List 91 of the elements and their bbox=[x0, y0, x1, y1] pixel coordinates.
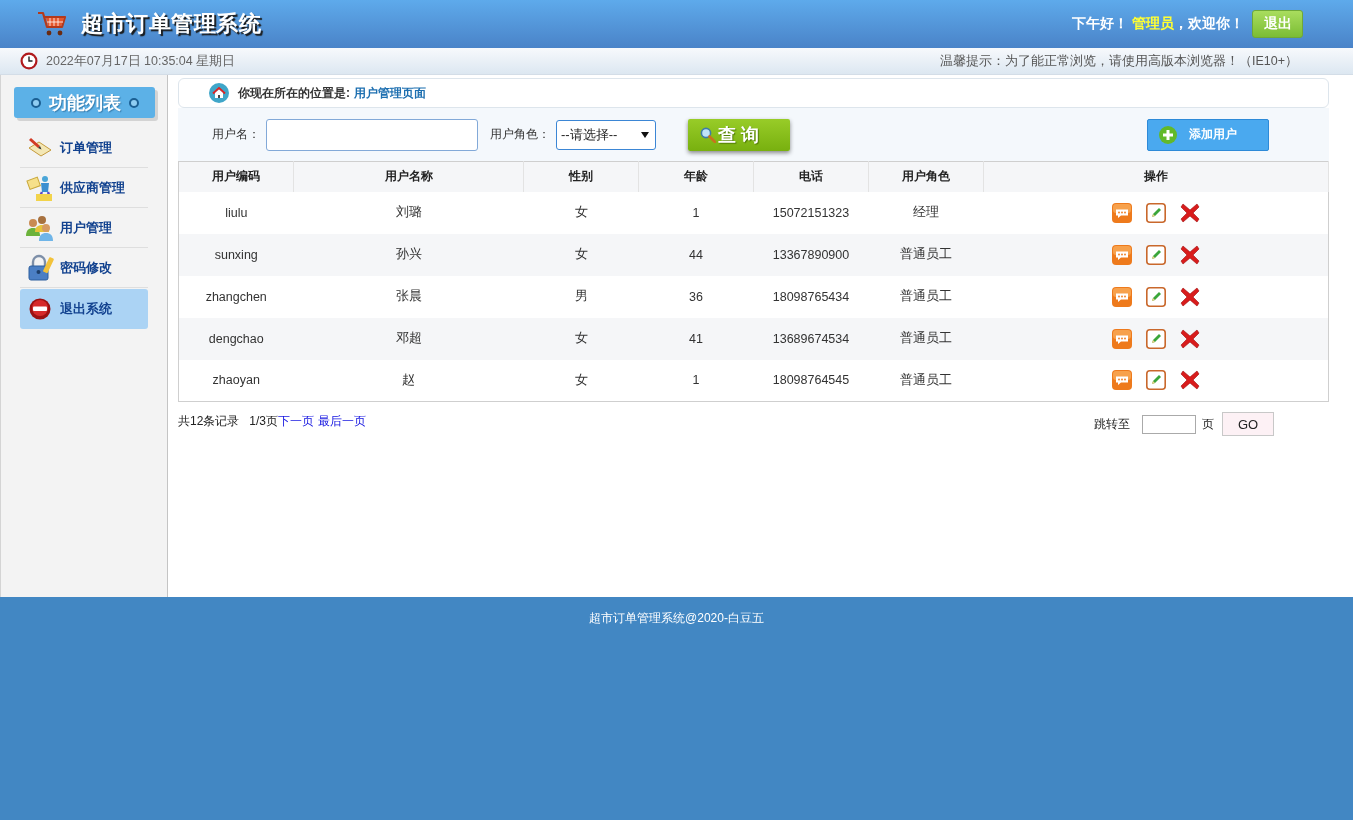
column-header: 用户名称 bbox=[293, 161, 524, 192]
chat-bubble-icon[interactable] bbox=[1111, 244, 1132, 265]
user-name-cell: 刘璐 bbox=[293, 191, 524, 234]
welcome-text: ，欢迎你！ bbox=[1174, 15, 1244, 33]
delete-icon[interactable] bbox=[1179, 244, 1200, 265]
home-icon bbox=[209, 83, 229, 103]
cart-icon bbox=[37, 11, 67, 37]
gender-cell: 女 bbox=[523, 317, 639, 360]
role-cell: 普通员工 bbox=[868, 359, 984, 402]
app-title: 超市订单管理系统 bbox=[81, 10, 261, 38]
delete-icon[interactable] bbox=[1179, 202, 1200, 223]
sidebar-item[interactable]: 供应商管理 bbox=[20, 168, 148, 208]
gender-cell: 女 bbox=[523, 191, 639, 234]
chat-bubble-icon[interactable] bbox=[1111, 370, 1132, 391]
footer-text: 超市订单管理系统@2020-白豆五 bbox=[589, 610, 764, 626]
user-code-cell: liulu bbox=[178, 191, 294, 234]
sidebar-title: 功能列表 bbox=[48, 91, 121, 115]
user-name-cell: 邓超 bbox=[293, 317, 524, 360]
column-header: 电话 bbox=[753, 161, 869, 192]
browser-notice: 温馨提示：为了能正常浏览，请使用高版本浏览器！（IE10+） bbox=[940, 52, 1298, 70]
phone-cell: 15072151323 bbox=[753, 191, 869, 234]
phone-cell: 18098765434 bbox=[753, 275, 869, 318]
chat-bubble-icon[interactable] bbox=[1111, 286, 1132, 307]
plus-icon bbox=[1159, 125, 1177, 144]
column-header: 年龄 bbox=[638, 161, 754, 192]
ring-icon bbox=[128, 97, 139, 108]
column-header: 性别 bbox=[523, 161, 639, 192]
age-cell: 36 bbox=[638, 275, 754, 318]
gender-cell: 男 bbox=[523, 275, 639, 318]
user-name: 管理员 bbox=[1132, 15, 1174, 33]
role-cell: 普通员工 bbox=[868, 275, 984, 318]
user-name-cell: 赵 bbox=[293, 359, 524, 402]
datetime-text: 2022年07月17日 10:35:04 星期日 bbox=[46, 52, 236, 70]
pencil-icon[interactable] bbox=[1145, 370, 1166, 391]
role-select[interactable]: --请选择-- bbox=[556, 119, 656, 150]
page-number-field[interactable] bbox=[1142, 414, 1196, 434]
greeting-text: 下午好！ bbox=[1072, 15, 1128, 33]
phone-cell: 13689674534 bbox=[753, 317, 869, 360]
user-code-cell: sunxing bbox=[178, 233, 294, 276]
sidebar-item[interactable]: 用户管理 bbox=[20, 208, 148, 248]
gender-cell: 女 bbox=[523, 359, 639, 402]
location-label: 你现在所在的位置是: bbox=[238, 84, 350, 102]
role-cell: 经理 bbox=[868, 191, 984, 234]
age-cell: 1 bbox=[638, 359, 754, 402]
gender-cell: 女 bbox=[523, 233, 639, 276]
phone-cell: 18098764545 bbox=[753, 359, 869, 402]
role-cell: 普通员工 bbox=[868, 317, 984, 360]
chat-bubble-icon[interactable] bbox=[1111, 202, 1132, 223]
delete-icon[interactable] bbox=[1179, 328, 1200, 349]
username-field[interactable] bbox=[266, 118, 478, 151]
page-unit: 页 bbox=[1202, 415, 1214, 433]
search-icon bbox=[700, 126, 716, 143]
chat-bubble-icon[interactable] bbox=[1111, 328, 1132, 349]
sidebar-item[interactable]: 退出系统 bbox=[20, 289, 148, 329]
role-cell: 普通员工 bbox=[868, 233, 984, 276]
last-page-link[interactable]: 最后一页 bbox=[318, 413, 367, 430]
phone-cell: 13367890900 bbox=[753, 233, 869, 276]
jump-label: 跳转至 bbox=[1094, 415, 1130, 433]
age-cell: 41 bbox=[638, 317, 754, 360]
users-icon bbox=[25, 213, 55, 242]
delete-icon[interactable] bbox=[1179, 286, 1200, 307]
record-count: 共12条记录 bbox=[178, 413, 240, 430]
user-code-cell: zhaoyan bbox=[178, 359, 294, 402]
pencil-icon[interactable] bbox=[1145, 202, 1166, 223]
user-code-cell: dengchao bbox=[178, 317, 294, 360]
user-name-cell: 孙兴 bbox=[293, 233, 524, 276]
next-page-link[interactable]: 下一页 bbox=[278, 413, 315, 430]
username-label: 用户名： bbox=[212, 126, 260, 143]
user-code-cell: zhangchen bbox=[178, 275, 294, 318]
user-name-cell: 张晨 bbox=[293, 275, 524, 318]
column-header: 用户编码 bbox=[178, 161, 294, 192]
role-label: 用户角色： bbox=[490, 126, 550, 143]
pencil-icon[interactable] bbox=[1145, 328, 1166, 349]
go-button[interactable]: GO bbox=[1222, 412, 1274, 436]
clock-icon bbox=[20, 52, 38, 70]
worker-box-icon bbox=[26, 173, 54, 202]
page-indicator: 1/3页 bbox=[249, 413, 279, 430]
age-cell: 1 bbox=[638, 191, 754, 234]
column-header: 操作 bbox=[983, 161, 1329, 192]
age-cell: 44 bbox=[638, 233, 754, 276]
sidebar-item[interactable]: 订单管理 bbox=[20, 128, 148, 168]
column-header: 用户角色 bbox=[868, 161, 984, 192]
lock-key-icon bbox=[26, 253, 54, 282]
ring-icon bbox=[30, 97, 41, 108]
exit-icon bbox=[29, 297, 51, 320]
delete-icon[interactable] bbox=[1179, 370, 1200, 391]
current-page: 用户管理页面 bbox=[354, 84, 426, 102]
pencil-icon[interactable] bbox=[1145, 286, 1166, 307]
sidebar-item[interactable]: 密码修改 bbox=[20, 248, 148, 288]
pencil-icon[interactable] bbox=[1145, 244, 1166, 265]
caret-icon bbox=[641, 131, 649, 138]
